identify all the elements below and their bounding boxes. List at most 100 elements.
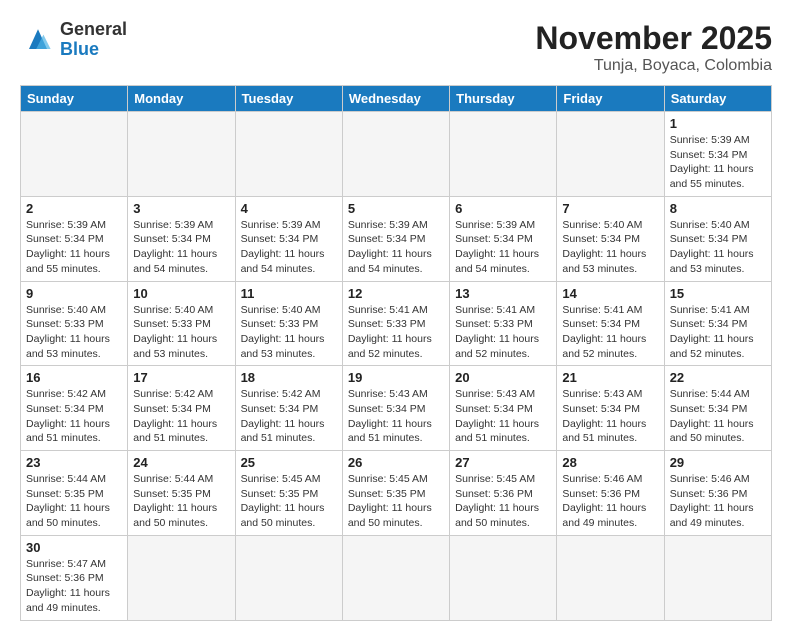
day-number: 28	[562, 455, 658, 470]
day-number: 15	[670, 286, 766, 301]
day-number: 23	[26, 455, 122, 470]
day-number: 3	[133, 201, 229, 216]
cal-cell-empty-0-0	[21, 112, 128, 197]
cell-info: Sunrise: 5:40 AM Sunset: 5:34 PM Dayligh…	[562, 218, 658, 277]
cal-cell-23: 23 Sunrise: 5:44 AM Sunset: 5:35 PM Dayli…	[21, 451, 128, 536]
cal-cell-16: 16 Sunrise: 5:42 AM Sunset: 5:34 PM Dayli…	[21, 366, 128, 451]
cell-info: Sunrise: 5:40 AM Sunset: 5:33 PM Dayligh…	[241, 303, 337, 362]
day-number: 6	[455, 201, 551, 216]
week-row-5: 30Sunrise: 5:47 AM Sunset: 5:36 PM Dayli…	[21, 535, 772, 620]
day-number: 9	[26, 286, 122, 301]
cell-info: Sunrise: 5:40 AM Sunset: 5:33 PM Dayligh…	[133, 303, 229, 362]
day-header-saturday: Saturday	[664, 86, 771, 112]
day-number: 7	[562, 201, 658, 216]
day-header-monday: Monday	[128, 86, 235, 112]
day-number: 22	[670, 370, 766, 385]
cal-cell-15: 15 Sunrise: 5:41 AM Sunset: 5:34 PM Dayli…	[664, 281, 771, 366]
cal-cell-5: 5Sunrise: 5:39 AM Sunset: 5:34 PM Daylig…	[342, 196, 449, 281]
cell-info: Sunrise: 5:46 AM Sunset: 5:36 PM Dayligh…	[670, 472, 766, 531]
cell-info: Sunrise: 5:39 AM Sunset: 5:34 PM Dayligh…	[348, 218, 444, 277]
cell-info: Sunrise: 5:42 AM Sunset: 5:34 PM Dayligh…	[133, 387, 229, 446]
cal-cell-27: 27 Sunrise: 5:45 AM Sunset: 5:36 PM Dayli…	[450, 451, 557, 536]
cell-info: Sunrise: 5:41 AM Sunset: 5:34 PM Dayligh…	[670, 303, 766, 362]
day-number: 8	[670, 201, 766, 216]
cell-info: Sunrise: 5:39 AM Sunset: 5:34 PM Dayligh…	[133, 218, 229, 277]
cal-cell-empty-5-4	[450, 535, 557, 620]
cal-cell-13: 13Sunrise: 5:41 AM Sunset: 5:33 PM Dayli…	[450, 281, 557, 366]
cell-info: Sunrise: 5:43 AM Sunset: 5:34 PM Dayligh…	[455, 387, 551, 446]
cal-cell-9: 9 Sunrise: 5:40 AM Sunset: 5:33 PM Daylig…	[21, 281, 128, 366]
day-number: 4	[241, 201, 337, 216]
day-number: 19	[348, 370, 444, 385]
cal-cell-26: 26 Sunrise: 5:45 AM Sunset: 5:35 PM Dayli…	[342, 451, 449, 536]
day-number: 17	[133, 370, 229, 385]
day-number: 14	[562, 286, 658, 301]
cal-cell-14: 14 Sunrise: 5:41 AM Sunset: 5:34 PM Dayli…	[557, 281, 664, 366]
cal-cell-3: 3 Sunrise: 5:39 AM Sunset: 5:34 PM Daylig…	[128, 196, 235, 281]
cell-info: Sunrise: 5:45 AM Sunset: 5:35 PM Dayligh…	[348, 472, 444, 531]
week-row-1: 2 Sunrise: 5:39 AM Sunset: 5:34 PM Daylig…	[21, 196, 772, 281]
cal-cell-28: 28Sunrise: 5:46 AM Sunset: 5:36 PM Dayli…	[557, 451, 664, 536]
cal-cell-1: 1Sunrise: 5:39 AM Sunset: 5:34 PM Daylig…	[664, 112, 771, 197]
cell-info: Sunrise: 5:44 AM Sunset: 5:35 PM Dayligh…	[26, 472, 122, 531]
cal-cell-21: 21Sunrise: 5:43 AM Sunset: 5:34 PM Dayli…	[557, 366, 664, 451]
cal-cell-18: 18Sunrise: 5:42 AM Sunset: 5:34 PM Dayli…	[235, 366, 342, 451]
header-area: General Blue November 2025 Tunja, Boyaca…	[20, 20, 772, 75]
cell-info: Sunrise: 5:45 AM Sunset: 5:35 PM Dayligh…	[241, 472, 337, 531]
logo-blue: Blue	[60, 40, 127, 60]
cal-cell-19: 19 Sunrise: 5:43 AM Sunset: 5:34 PM Dayli…	[342, 366, 449, 451]
day-number: 27	[455, 455, 551, 470]
day-number: 30	[26, 540, 122, 555]
cal-cell-empty-0-5	[557, 112, 664, 197]
cell-info: Sunrise: 5:41 AM Sunset: 5:34 PM Dayligh…	[562, 303, 658, 362]
cal-cell-22: 22Sunrise: 5:44 AM Sunset: 5:34 PM Dayli…	[664, 366, 771, 451]
day-number: 29	[670, 455, 766, 470]
day-number: 26	[348, 455, 444, 470]
cell-info: Sunrise: 5:40 AM Sunset: 5:33 PM Dayligh…	[26, 303, 122, 362]
cal-cell-empty-0-3	[342, 112, 449, 197]
cal-cell-empty-5-5	[557, 535, 664, 620]
cell-info: Sunrise: 5:40 AM Sunset: 5:34 PM Dayligh…	[670, 218, 766, 277]
day-number: 16	[26, 370, 122, 385]
week-row-4: 23 Sunrise: 5:44 AM Sunset: 5:35 PM Dayli…	[21, 451, 772, 536]
week-row-0: 1Sunrise: 5:39 AM Sunset: 5:34 PM Daylig…	[21, 112, 772, 197]
cal-cell-4: 4Sunrise: 5:39 AM Sunset: 5:34 PM Daylig…	[235, 196, 342, 281]
cal-cell-2: 2 Sunrise: 5:39 AM Sunset: 5:34 PM Daylig…	[21, 196, 128, 281]
day-header-wednesday: Wednesday	[342, 86, 449, 112]
cal-cell-empty-5-2	[235, 535, 342, 620]
cal-cell-25: 25Sunrise: 5:45 AM Sunset: 5:35 PM Dayli…	[235, 451, 342, 536]
day-number: 10	[133, 286, 229, 301]
cal-cell-24: 24Sunrise: 5:44 AM Sunset: 5:35 PM Dayli…	[128, 451, 235, 536]
cell-info: Sunrise: 5:41 AM Sunset: 5:33 PM Dayligh…	[348, 303, 444, 362]
day-number: 20	[455, 370, 551, 385]
cal-cell-10: 10 Sunrise: 5:40 AM Sunset: 5:33 PM Dayli…	[128, 281, 235, 366]
day-header-thursday: Thursday	[450, 86, 557, 112]
title-area: November 2025 Tunja, Boyaca, Colombia	[535, 20, 772, 75]
cal-cell-20: 20 Sunrise: 5:43 AM Sunset: 5:34 PM Dayli…	[450, 366, 557, 451]
cal-cell-11: 11 Sunrise: 5:40 AM Sunset: 5:33 PM Dayli…	[235, 281, 342, 366]
cell-info: Sunrise: 5:39 AM Sunset: 5:34 PM Dayligh…	[670, 133, 766, 192]
month-title: November 2025	[535, 20, 772, 57]
cell-info: Sunrise: 5:43 AM Sunset: 5:34 PM Dayligh…	[348, 387, 444, 446]
cell-info: Sunrise: 5:39 AM Sunset: 5:34 PM Dayligh…	[26, 218, 122, 277]
logo-icon	[20, 22, 56, 58]
cell-info: Sunrise: 5:42 AM Sunset: 5:34 PM Dayligh…	[26, 387, 122, 446]
cal-cell-7: 7 Sunrise: 5:40 AM Sunset: 5:34 PM Daylig…	[557, 196, 664, 281]
day-header-tuesday: Tuesday	[235, 86, 342, 112]
cal-cell-empty-5-3	[342, 535, 449, 620]
day-number: 2	[26, 201, 122, 216]
day-number: 18	[241, 370, 337, 385]
cell-info: Sunrise: 5:45 AM Sunset: 5:36 PM Dayligh…	[455, 472, 551, 531]
week-row-2: 9 Sunrise: 5:40 AM Sunset: 5:33 PM Daylig…	[21, 281, 772, 366]
cal-cell-empty-5-6	[664, 535, 771, 620]
cal-cell-empty-0-2	[235, 112, 342, 197]
cal-cell-30: 30Sunrise: 5:47 AM Sunset: 5:36 PM Dayli…	[21, 535, 128, 620]
logo-general: General	[60, 20, 127, 40]
week-row-3: 16 Sunrise: 5:42 AM Sunset: 5:34 PM Dayli…	[21, 366, 772, 451]
cal-cell-empty-5-1	[128, 535, 235, 620]
day-number: 13	[455, 286, 551, 301]
logo: General Blue	[20, 20, 127, 60]
cal-cell-12: 12Sunrise: 5:41 AM Sunset: 5:33 PM Dayli…	[342, 281, 449, 366]
location-title: Tunja, Boyaca, Colombia	[535, 57, 772, 75]
day-number: 11	[241, 286, 337, 301]
